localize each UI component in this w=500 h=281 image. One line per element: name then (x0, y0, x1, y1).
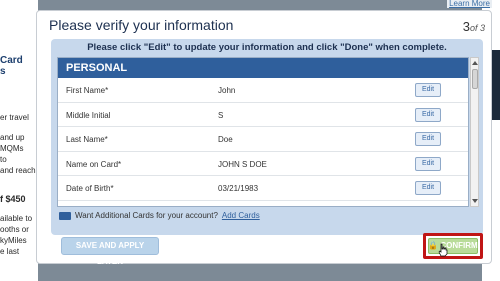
side-text: er travel (0, 113, 29, 122)
form-scrollbar[interactable] (470, 57, 479, 207)
field-label: Name on Card* (66, 159, 122, 169)
side-text: kyMiles (0, 236, 27, 245)
confirm-button[interactable]: 🔒 CONFIRM (428, 238, 478, 254)
learn-more-link[interactable]: Learn More (447, 0, 492, 8)
side-text: e last (0, 247, 20, 256)
field-label: Middle Initial (66, 110, 111, 120)
credit-card-icon (59, 211, 71, 220)
side-text: MQMs (0, 144, 24, 153)
instructions-text: Please click "Edit" to update your infor… (87, 42, 447, 53)
confirm-highlight-box: 🔒 CONFIRM (423, 233, 483, 259)
lock-icon: 🔒 (428, 241, 439, 250)
save-and-apply-later-button[interactable]: SAVE AND APPLY LATER (61, 237, 159, 266)
field-label: Date of Birth* (66, 184, 114, 193)
additional-cards-text: Want Additional Cards for your account? (75, 211, 218, 220)
edit-name-on-card-button[interactable]: Edit (415, 156, 441, 171)
field-label: First Name* (66, 86, 109, 95)
field-value: John (218, 86, 236, 95)
edit-first-name-button[interactable]: Edit (415, 83, 441, 97)
step-indicator: 3of 3 (463, 19, 485, 34)
side-text: f $450 (0, 194, 26, 204)
info-row-middle-initial: Middle Initial S Edit (58, 103, 468, 127)
side-text: and reach (0, 166, 36, 175)
edit-middle-initial-button[interactable]: Edit (415, 107, 441, 122)
scroll-up-icon[interactable] (472, 61, 478, 65)
section-header-personal: PERSONAL (58, 58, 468, 78)
hand-cursor-icon (438, 243, 448, 257)
step-total: of 3 (469, 23, 485, 33)
info-row-name-on-card: Name on Card* JOHN S DOE Edit (58, 152, 468, 176)
add-cards-link[interactable]: Add Cards (222, 211, 260, 220)
side-text: to (0, 155, 7, 164)
field-value: Doe (218, 135, 233, 144)
side-text: ailable to (0, 214, 33, 223)
verify-info-modal: Please verify your information 3of 3 Ple… (36, 10, 492, 266)
edit-last-name-button[interactable]: Edit (415, 132, 441, 146)
field-value: 03/21/1983 (218, 184, 259, 193)
additional-cards-prompt: Want Additional Cards for your account? … (59, 211, 260, 220)
side-text: Card (0, 55, 23, 66)
side-text: and up (0, 133, 25, 142)
info-row-last-name: Last Name* Doe Edit (58, 127, 468, 152)
info-row-first-name: First Name* John Edit (58, 78, 468, 103)
field-label: Last Name* (66, 135, 108, 144)
field-value: JOHN S DOE (218, 159, 267, 169)
personal-info-list: PERSONAL First Name* John Edit Middle In… (57, 57, 469, 207)
edit-date-of-birth-button[interactable]: Edit (415, 181, 441, 195)
scroll-down-icon[interactable] (472, 199, 478, 203)
scrollbar-thumb[interactable] (472, 69, 478, 89)
form-panel: Please click "Edit" to update your infor… (51, 39, 483, 235)
info-row-date-of-birth: Date of Birth* 03/21/1983 Edit (58, 176, 468, 201)
step-current: 3 (462, 19, 470, 34)
field-value: S (218, 110, 224, 120)
side-text: s (0, 66, 6, 77)
background-page-left: Card s er travel and up MQMs to and reac… (0, 0, 38, 281)
modal-title: Please verify your information (49, 17, 234, 33)
side-text: ooths or (0, 225, 29, 234)
